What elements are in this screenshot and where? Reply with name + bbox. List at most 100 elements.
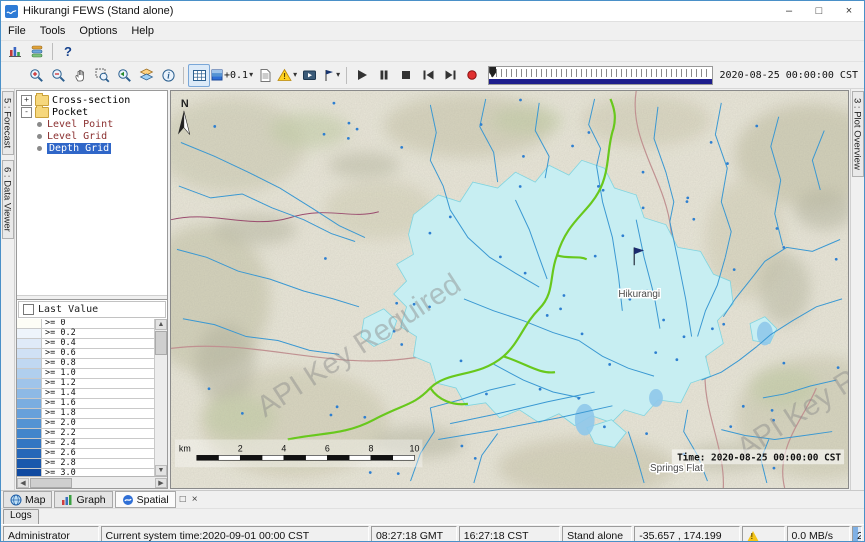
profile-document-button[interactable] (254, 64, 276, 87)
pan-hand-icon (73, 68, 88, 83)
toolbar-separator (346, 67, 347, 84)
minimize-button[interactable]: – (774, 1, 804, 21)
database-icon (30, 44, 44, 58)
tab-data-viewer[interactable]: 6 : Data Viewer (2, 160, 14, 239)
legend-row[interactable]: >= 0.6 (17, 349, 154, 359)
status-throughput: 0.0 MB/s (787, 526, 850, 542)
skip-forward-icon (444, 69, 457, 81)
tree-expander-icon[interactable]: - (21, 107, 32, 118)
tab-plot-overview[interactable]: 3 : Plot Overview (852, 91, 864, 177)
close-panel-icon[interactable]: × (190, 494, 200, 505)
layers-button[interactable] (135, 64, 157, 87)
map-viewport[interactable]: Hikurangi Springs Flat API Key Required … (170, 90, 849, 489)
tree-item-label: Pocket (52, 107, 88, 118)
scrollbar-thumb[interactable] (155, 331, 167, 355)
tab-graph[interactable]: Graph (54, 491, 112, 508)
scroll-down-icon[interactable]: ▼ (155, 465, 167, 476)
scale-unit-label: km (179, 443, 191, 453)
tree-item-label: Depth Grid (47, 143, 111, 154)
legend-row[interactable]: >= 1.2 (17, 379, 154, 389)
legend-row[interactable]: >= 0.2 (17, 329, 154, 339)
help-button[interactable]: ? (57, 40, 79, 63)
grid-display-button[interactable] (188, 64, 210, 87)
marker-dropdown[interactable]: ▾ (320, 64, 342, 87)
legend-row[interactable]: >= 0 (17, 319, 154, 329)
classbreaks-dropdown[interactable]: +0.1 ▾ (210, 64, 254, 87)
last-value-checkbox[interactable] (23, 304, 34, 315)
legend-row[interactable]: >= 0.8 (17, 359, 154, 369)
tree-item-level-point[interactable]: Level Point (17, 118, 167, 130)
globe-icon (10, 494, 22, 506)
maximize-button[interactable]: □ (804, 1, 834, 21)
restore-panel-icon[interactable]: □ (178, 494, 188, 505)
skip-back-icon (422, 69, 435, 81)
database-dialog-button[interactable] (26, 40, 48, 63)
legend-row[interactable]: >= 2.0 (17, 419, 154, 429)
tab-forecast[interactable]: 5 : Forecast (2, 91, 14, 155)
pan-button[interactable] (69, 64, 91, 87)
zoom-in-icon (29, 68, 44, 83)
folder-icon (35, 107, 49, 118)
tree-item-depth-grid[interactable]: Depth Grid (17, 142, 167, 154)
map-canvas: Hikurangi Springs Flat API Key Required … (171, 91, 848, 488)
record-button[interactable] (461, 64, 483, 87)
legend-swatch (17, 339, 42, 348)
legend-vertical-scrollbar[interactable]: ▲ ▼ (155, 319, 167, 476)
legend-row[interactable]: >= 2.8 (17, 459, 154, 469)
first-timestep-button[interactable] (417, 64, 439, 87)
tab-map[interactable]: Map (3, 491, 52, 508)
scale-bar: km 2 4 6 8 10 (175, 439, 422, 467)
legend-row[interactable]: >= 1.0 (17, 369, 154, 379)
tree-item-pocket[interactable]: - Pocket (17, 106, 167, 118)
time-slider[interactable] (488, 66, 712, 85)
scroll-left-icon[interactable]: ◀ (17, 478, 29, 488)
legend-swatch (17, 449, 42, 458)
title-bar: Hikurangi FEWS (Stand alone) – □ × (1, 1, 864, 22)
scroll-up-icon[interactable]: ▲ (155, 319, 167, 330)
logs-button[interactable]: Logs (3, 509, 39, 525)
legend-row[interactable]: >= 1.4 (17, 389, 154, 399)
animation-button[interactable] (298, 64, 320, 87)
stop-button[interactable] (395, 64, 417, 87)
legend-row[interactable]: >= 1.6 (17, 399, 154, 409)
warning-icon[interactable] (747, 531, 759, 542)
legend-header-label: Last Value (38, 304, 98, 315)
north-label: N (181, 98, 189, 110)
legend-row[interactable]: >= 3.0 (17, 469, 154, 476)
status-user-label: Administrator (8, 530, 70, 542)
zoom-in-button[interactable] (25, 64, 47, 87)
legend-row[interactable]: >= 1.8 (17, 409, 154, 419)
legend-horizontal-scrollbar[interactable]: ◀ ▶ (17, 476, 167, 488)
legend-row[interactable]: >= 2.2 (17, 429, 154, 439)
forecast-dialog-button[interactable] (4, 40, 26, 63)
tree-expander-icon[interactable]: + (21, 95, 32, 106)
tab-spatial[interactable]: Spatial (115, 491, 176, 508)
info-button[interactable]: i (157, 64, 179, 87)
pause-button[interactable] (373, 64, 395, 87)
zoom-out-button[interactable] (47, 64, 69, 87)
menu-help[interactable]: Help (124, 25, 161, 37)
legend-row[interactable]: >= 2.4 (17, 439, 154, 449)
legend-swatch (17, 469, 42, 476)
legend-swatch (17, 439, 42, 448)
close-button[interactable]: × (834, 1, 864, 21)
zoom-extent-button[interactable] (91, 64, 113, 87)
legend-row[interactable]: >= 2.6 (17, 449, 154, 459)
status-user: Administrator (3, 526, 99, 542)
play-button[interactable] (351, 64, 373, 87)
tree-item-label: Cross-section (52, 95, 130, 106)
menu-tools[interactable]: Tools (33, 25, 73, 37)
status-alerts[interactable] (742, 526, 785, 542)
tab-map-label: Map (25, 494, 45, 506)
tree-item-level-grid[interactable]: Level Grid (17, 130, 167, 142)
memory-usage-label: 2.5 GB (857, 530, 862, 542)
menu-file[interactable]: File (1, 25, 33, 37)
last-timestep-button[interactable] (439, 64, 461, 87)
scrollbar-thumb[interactable] (30, 478, 72, 488)
menu-options[interactable]: Options (72, 25, 124, 37)
scroll-right-icon[interactable]: ▶ (155, 478, 167, 488)
legend-label: >= 1.6 (42, 399, 154, 408)
legend-row[interactable]: >= 0.4 (17, 339, 154, 349)
thresholds-warning-dropdown[interactable]: ! ▾ (276, 64, 298, 87)
zoom-previous-button[interactable] (113, 64, 135, 87)
